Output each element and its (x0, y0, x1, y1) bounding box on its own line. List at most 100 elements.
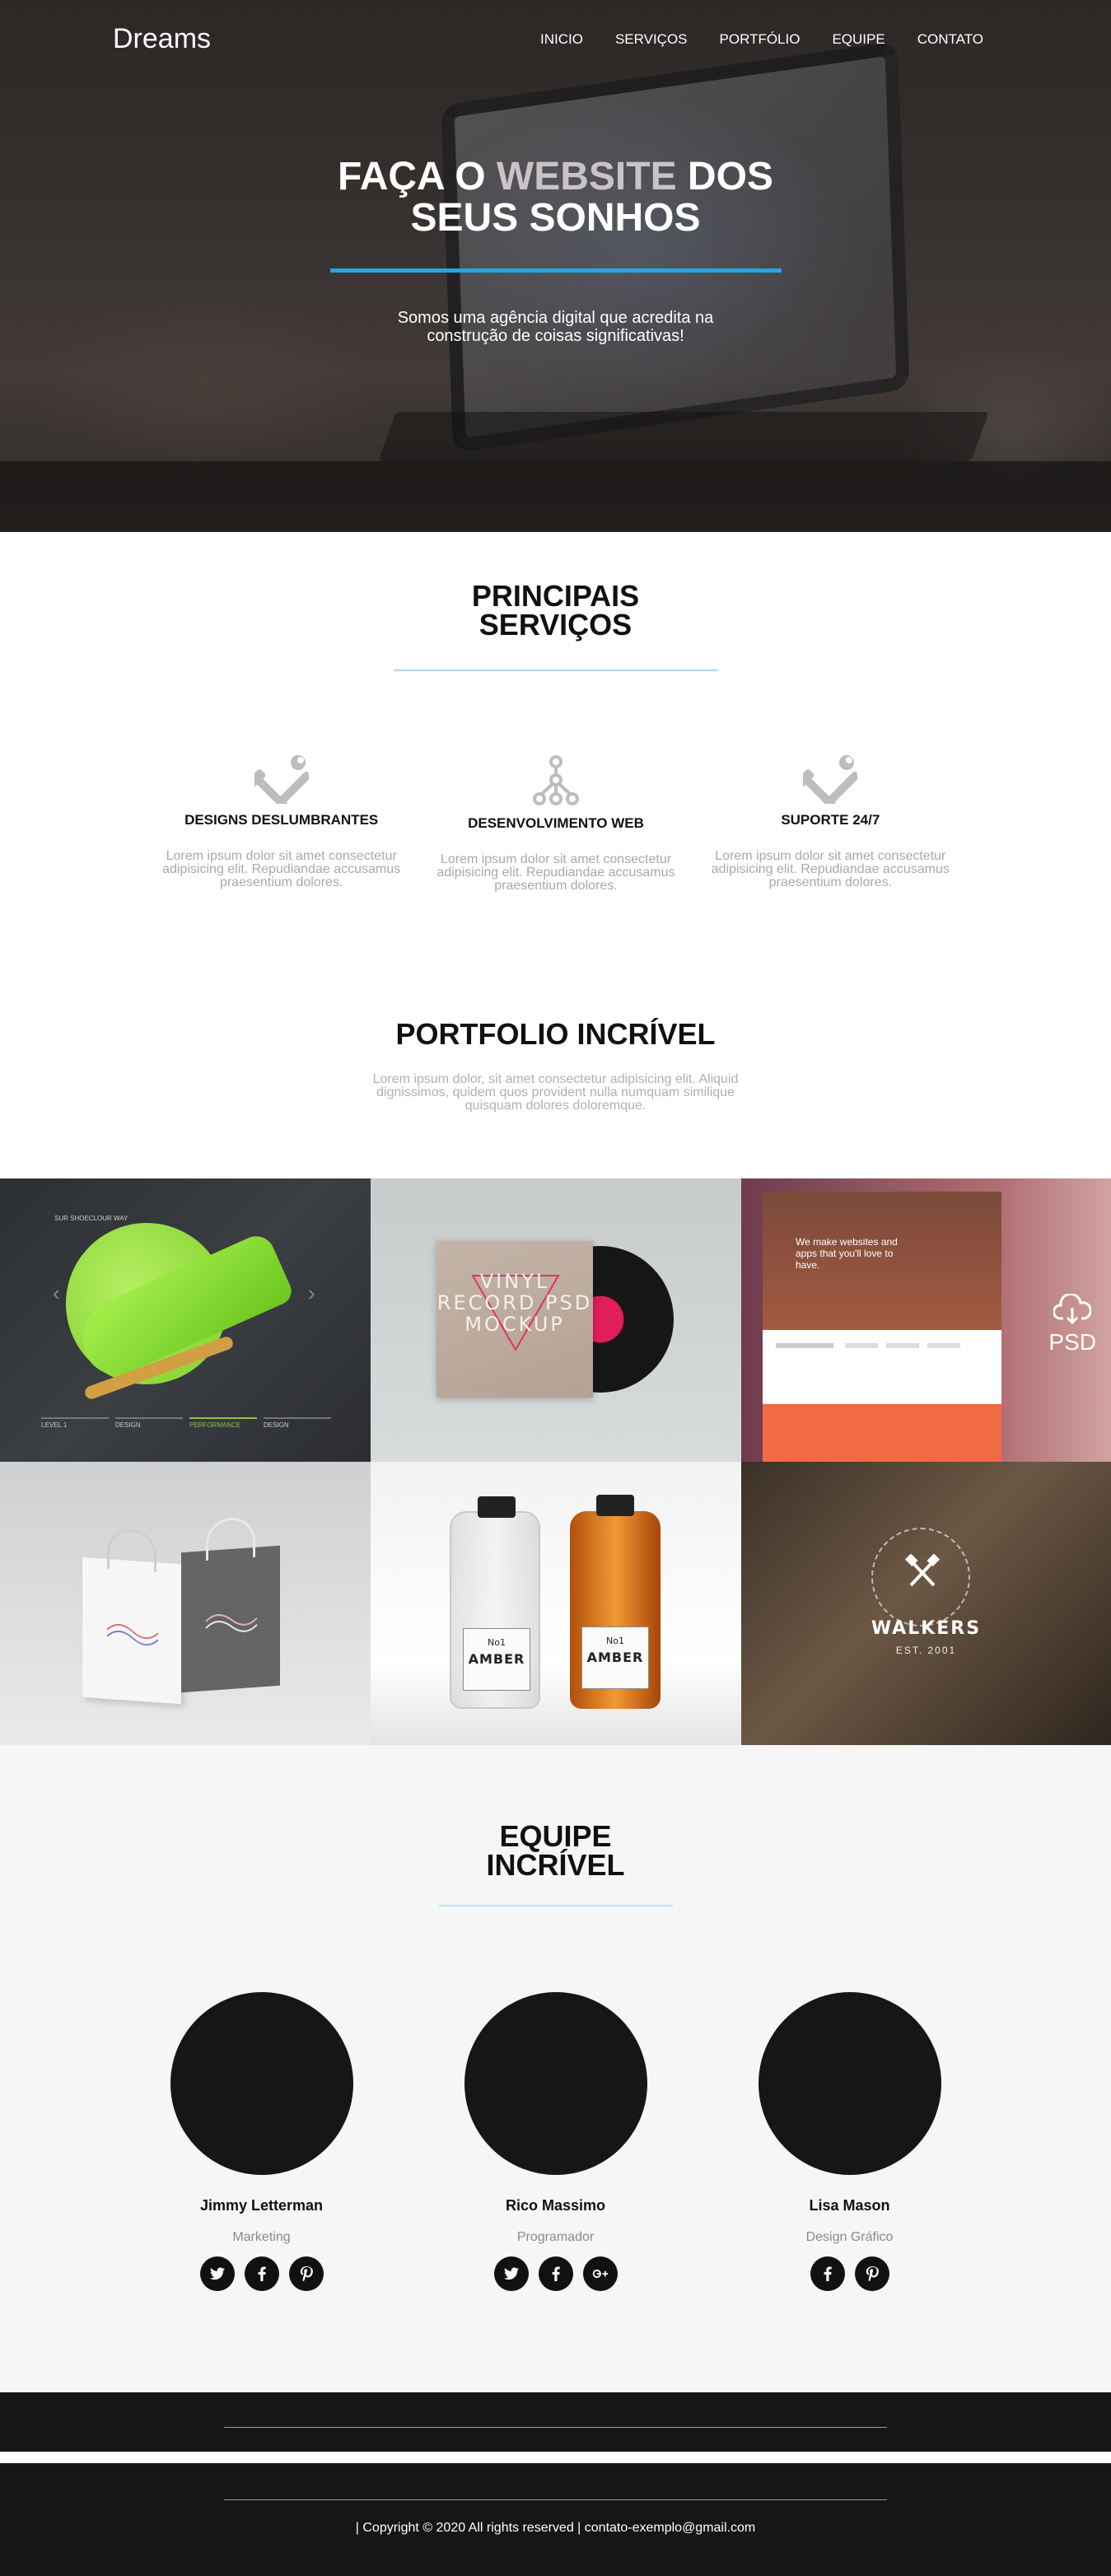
services-divider (393, 670, 718, 671)
service-text: Lorem ipsum dolor sit amet consectetur a… (436, 852, 675, 893)
bottle-name: AMBER (586, 1650, 644, 1665)
portfolio-section: PORTFOLIO INCRÍVEL Lorem ipsum dolor, si… (0, 947, 1111, 1745)
twitter-icon[interactable] (493, 2256, 529, 2291)
footer-gap (0, 2452, 1111, 2463)
shopping-bag-white (82, 1527, 181, 1705)
facebook-icon[interactable] (810, 2256, 845, 2291)
hero-title-part: DOS (676, 155, 773, 198)
hero-subtitle-line2: construção de coisas significativas! (427, 327, 684, 345)
services-grid: DESIGNS DESLUMBRANTES Lorem ipsum dolor … (144, 746, 968, 893)
hierarchy-icon (418, 746, 693, 807)
twitter-icon[interactable] (199, 2256, 235, 2291)
service-card-web: DESENVOLVIMENTO WEB Lorem ipsum dolor si… (418, 746, 693, 893)
shoe-step-bar (189, 1417, 257, 1419)
walkers-est: EST. 2001 (895, 1645, 957, 1656)
portfolio-title: PORTFOLIO INCRÍVEL (395, 1017, 716, 1051)
social-links (114, 2256, 408, 2291)
portfolio-item-shoe[interactable]: SUR SHOECLOUR WAY ‹ › LEVEL 1 DESIGN PER… (0, 1178, 371, 1462)
walkers-name: WALKERS (871, 1618, 982, 1639)
avatar (758, 1992, 941, 2175)
team-member-card: Jimmy Letterman Marketing (114, 1992, 408, 2291)
hero-title-line2: SEUS SONHOS (410, 196, 701, 240)
member-name: Jimmy Letterman (199, 2197, 324, 2214)
shoe-small-title: SUR SHOECLOUR WAY (54, 1215, 128, 1222)
psd-label: PSD (1048, 1329, 1096, 1355)
hero-divider (329, 268, 782, 273)
bottle-name: AMBER (468, 1651, 525, 1667)
facebook-icon[interactable] (538, 2256, 573, 2291)
social-links (408, 2256, 703, 2291)
team-section: EQUIPE INCRÍVEL Jimmy Letterman Marketin… (0, 1745, 1111, 2392)
footer-divider (224, 2499, 887, 2500)
nav-link-inicio[interactable]: INICIO (540, 31, 583, 48)
hero-subtitle-line1: Somos uma agência digital que acredita n… (397, 309, 714, 327)
nav-link-servicos[interactable]: SERVIÇOS (615, 31, 688, 48)
team-grid: Jimmy Letterman Marketing Rico Massimo P… (0, 1992, 1111, 2291)
vinyl-mockup-text: VINYL RECORD PSD MOCKUP (436, 1270, 593, 1336)
service-card-suporte: SUPORTE 24/7 Lorem ipsum dolor sit amet … (693, 746, 968, 893)
footer-bottom: | Copyright © 2020 All rights reserved |… (0, 2463, 1111, 2576)
services-title-line2: SERVIÇOS (478, 608, 633, 642)
footer-top (0, 2392, 1111, 2452)
nav-link-equipe[interactable]: EQUIPE (832, 31, 885, 48)
service-card-designs: DESIGNS DESLUMBRANTES Lorem ipsum dolor … (144, 746, 418, 893)
pinterest-icon[interactable] (854, 2256, 889, 2291)
navbar: Dreams INICIO SERVIÇOS PORTFÓLIO EQUIPE … (0, 0, 1111, 79)
shoe-step-label: LEVEL 1 (41, 1421, 68, 1429)
bottle-clear: No1 AMBER (450, 1496, 540, 1709)
google-plus-icon[interactable] (582, 2256, 618, 2291)
team-member-card: Lisa Mason Design Gráfico (703, 1992, 997, 2291)
service-text: Lorem ipsum dolor sit amet consectetur a… (711, 849, 950, 889)
web-mockup-footer (763, 1404, 1001, 1462)
portfolio-item-walkers[interactable]: WALKERS EST. 2001 (741, 1462, 1111, 1745)
footer-divider (224, 2427, 887, 2428)
portfolio-item-web[interactable]: We make websites and apps that you'll lo… (741, 1178, 1111, 1462)
portfolio-item-bags[interactable] (0, 1462, 371, 1745)
portfolio-header: PORTFOLIO INCRÍVEL Lorem ipsum dolor, si… (0, 947, 1111, 1178)
service-text: Lorem ipsum dolor sit amet consectetur a… (162, 849, 401, 889)
portfolio-grid: SUR SHOECLOUR WAY ‹ › LEVEL 1 DESIGN PER… (0, 1178, 1111, 1745)
shoe-step-label: DESIGN (264, 1421, 289, 1429)
bottle-number: No1 (606, 1636, 624, 1646)
pinterest-icon[interactable] (288, 2256, 324, 2291)
service-title: DESENVOLVIMENTO WEB (468, 815, 644, 831)
service-title: DESIGNS DESLUMBRANTES (184, 812, 379, 828)
social-links (703, 2256, 997, 2291)
web-mockup-content (763, 1330, 1001, 1404)
shoe-step-label: DESIGN (115, 1421, 141, 1429)
copyright-text: | Copyright © 2020 All rights reserved |… (355, 2521, 756, 2535)
hero-subtitle: Somos uma agência digital que acredita n… (0, 309, 1111, 345)
avatar (170, 1992, 353, 2175)
member-name: Rico Massimo (505, 2197, 606, 2214)
member-role: Programador (516, 2230, 595, 2244)
services-title: PRINCIPAIS SERVIÇOS (0, 532, 1111, 642)
chevron-left-icon[interactable]: ‹ (53, 1281, 60, 1306)
footer: | Copyright © 2020 All rights reserved |… (0, 2392, 1111, 2576)
portfolio-item-bottles[interactable]: No1 AMBER No1 AMBER (371, 1462, 741, 1745)
shoe-step-bar (264, 1417, 331, 1419)
axes-icon (904, 1554, 941, 1587)
team-member-card: Rico Massimo Programador (408, 1992, 703, 2291)
member-name: Lisa Mason (809, 2197, 890, 2214)
nav-link-contato[interactable]: CONTATO (917, 31, 983, 48)
team-title: EQUIPE INCRÍVEL (0, 1745, 1111, 1882)
team-divider (438, 1905, 673, 1906)
shoe-step-bar (115, 1417, 183, 1419)
services-section: PRINCIPAIS SERVIÇOS DESIGNS DESLUMBRANTE… (0, 532, 1111, 947)
team-title-line2: INCRÍVEL (486, 1848, 625, 1882)
service-title: SUPORTE 24/7 (781, 812, 880, 828)
psd-download: PSD (1048, 1292, 1096, 1356)
brand-logo[interactable]: Dreams (113, 23, 211, 55)
shopping-bag-dark (181, 1515, 280, 1693)
portfolio-text: Lorem ipsum dolor, sit amet consectetur … (372, 1072, 739, 1113)
portfolio-item-vinyl[interactable]: VINYL RECORD PSD MOCKUP (371, 1178, 741, 1462)
shoe-step-label: PERFORMANCE (189, 1421, 241, 1429)
hero-section: Dreams INICIO SERVIÇOS PORTFÓLIO EQUIPE … (0, 0, 1111, 532)
shoe-step-bar (41, 1417, 109, 1419)
nav-links: INICIO SERVIÇOS PORTFÓLIO EQUIPE CONTATO (540, 31, 983, 48)
cloud-download-icon (1053, 1292, 1093, 1325)
tools-icon (693, 746, 968, 804)
chevron-right-icon[interactable]: › (308, 1281, 315, 1306)
nav-link-portfolio[interactable]: PORTFÓLIO (720, 31, 801, 48)
facebook-icon[interactable] (244, 2256, 279, 2291)
